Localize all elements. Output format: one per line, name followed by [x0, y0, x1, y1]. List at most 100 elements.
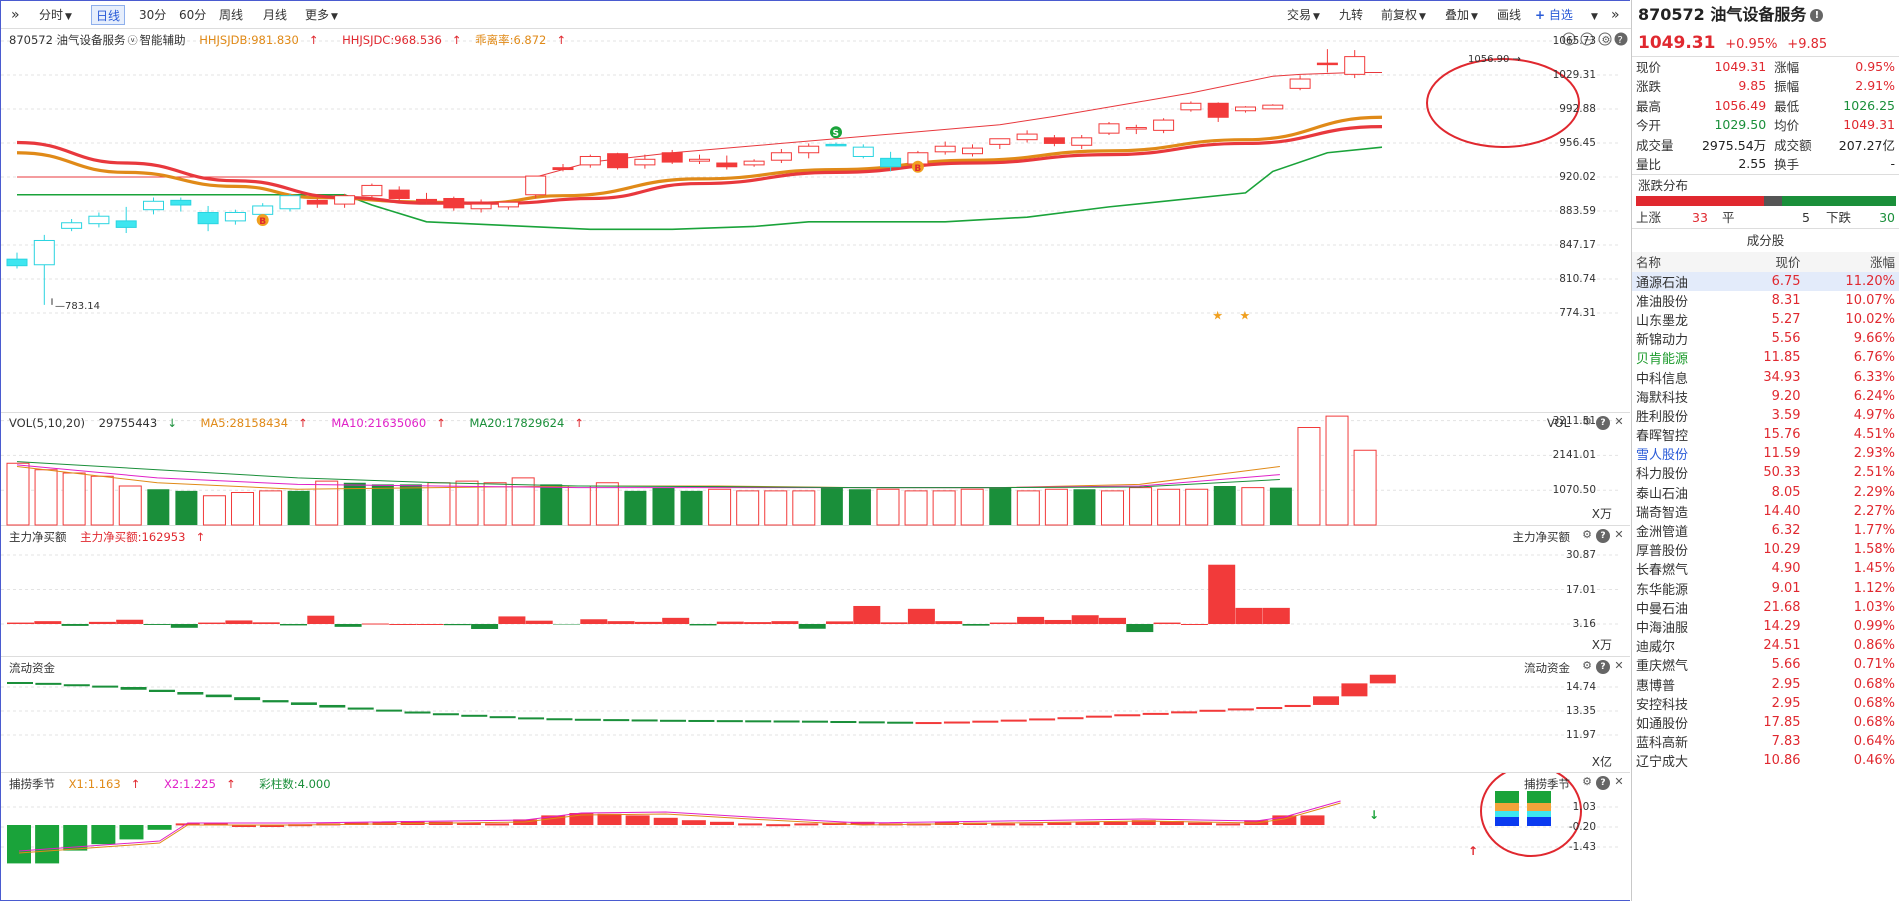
candle-body [1316, 62, 1338, 66]
close-icon[interactable]: ✕ [1612, 659, 1626, 673]
component-row[interactable]: 厚普股份 10.29 1.58% [1632, 540, 1899, 559]
assist-toggle-icon[interactable]: ⓥ [128, 36, 138, 47]
candle-body [1098, 123, 1120, 134]
net-buy-panel[interactable]: 主力净买额 主力净买额:162953 ↑ 主力净买额 ⚙? ✕ 30.87 17.01… [1, 526, 1630, 657]
ind-text: 乖离率:6.872 [475, 33, 547, 47]
tab-30min[interactable]: 30分 [135, 5, 170, 25]
color-column [1495, 811, 1519, 817]
component-row[interactable]: 山东墨龙 5.27 10.02% [1632, 310, 1899, 329]
stock-price: 9.20 [1771, 388, 1801, 404]
tab-daily[interactable]: 日线 [91, 5, 126, 25]
help-icon[interactable]: ? [1596, 776, 1610, 790]
component-row[interactable]: 重庆燃气 5.66 0.71% [1632, 655, 1899, 674]
overlay-button[interactable]: 叠加 ▼ [1441, 5, 1482, 25]
trade-button[interactable]: 交易 ▼ [1283, 5, 1324, 25]
component-row[interactable]: 如通股份 17.85 0.68% [1632, 713, 1899, 732]
component-row[interactable]: 长春燃气 4.90 1.45% [1632, 559, 1899, 578]
component-row[interactable]: 辽宁成大 10.86 0.46% [1632, 751, 1899, 770]
chart-area[interactable]: » 分时 ▼ 日线 30分 60分 周线 月线 更多 ▼ 交易 ▼ 九转 前复权 ▼ 叠… [0, 0, 1631, 901]
component-row[interactable]: 惠博普 2.95 0.68% [1632, 674, 1899, 694]
collapse-icon[interactable]: » [7, 5, 24, 25]
close-icon[interactable]: ✕ [1612, 528, 1626, 542]
component-row[interactable]: 安控科技 2.95 0.68% [1632, 694, 1899, 713]
component-row[interactable]: 中海油服 14.29 0.99% [1632, 617, 1899, 636]
component-row[interactable]: 蓝科高新 7.83 0.64% [1632, 732, 1899, 751]
tab-more[interactable]: 更多 ▼ [301, 5, 342, 25]
tab-fenshi[interactable]: 分时 ▼ [35, 5, 76, 25]
season-panel[interactable]: ↓ ↑ 捕捞季节 X1:1.163 ↑ X2:1.225 ↑ 彩柱数:4.000 捕捞… [1, 773, 1630, 901]
close-icon[interactable]: ✕ [1612, 775, 1626, 789]
col-change[interactable]: 涨幅 [1804, 251, 1899, 272]
tab-60min[interactable]: 60分 [175, 5, 210, 25]
stock-price: 11.59 [1763, 446, 1801, 462]
tab-monthly[interactable]: 月线 [259, 5, 291, 25]
component-row[interactable]: 海默科技 9.20 6.24% [1632, 387, 1899, 406]
gear-icon[interactable]: ⚙ [1580, 659, 1594, 673]
component-row[interactable]: 科力股份 50.33 2.51% [1632, 463, 1899, 482]
help-icon[interactable]: ? [1596, 660, 1610, 674]
net-buy-bar [1180, 624, 1208, 625]
component-row[interactable]: 雪人股份 11.59 2.93% [1632, 444, 1899, 463]
component-row[interactable]: 东华能源 9.01 1.12% [1632, 579, 1899, 598]
ma-text: MA5:28158434 [200, 416, 289, 430]
gear-icon[interactable]: ⚙ [1580, 528, 1594, 542]
component-row[interactable]: 中科信息 34.93 6.33% [1632, 367, 1899, 387]
component-row[interactable]: 迪威尔 24.51 0.86% [1632, 636, 1899, 655]
btn-label: 自选 [1548, 8, 1573, 22]
quote-value: 1049.31 [1843, 117, 1895, 133]
net-buy-bar [634, 621, 662, 624]
assist-label[interactable]: 智能辅助 [140, 33, 186, 47]
component-row[interactable]: 瑞奇智造 14.40 2.27% [1632, 502, 1899, 521]
component-row[interactable]: 胜利股份 3.59 4.97% [1632, 406, 1899, 425]
kline-panel[interactable]: 1056.90 → —783.14 B B S ★ ★ + − ⚙? 870572 油气设备服务 ⓥ… [1, 29, 1630, 413]
season-bar [1300, 815, 1325, 825]
season-bar [653, 817, 678, 825]
flow-bar [574, 718, 601, 721]
component-row[interactable]: 准油股份 8.31 10.07% [1632, 291, 1899, 310]
help-icon[interactable]: ? [1596, 416, 1610, 430]
quote-label: 今开 [1636, 118, 1662, 134]
flow-bar [1341, 683, 1368, 697]
component-row[interactable]: 通源石油 6.75 11.20% [1632, 271, 1899, 291]
component-row[interactable]: 金洲管道 6.32 1.77% [1632, 521, 1899, 540]
watchlist-dropdown-icon[interactable]: ▼ [1585, 5, 1602, 25]
candle-body [1153, 119, 1175, 131]
candle-body [334, 195, 356, 205]
flow-bar [745, 720, 772, 723]
quote-sidebar: 870572 油气设备服务! 1049.31 +0.95% +9.85 现价 10… [1631, 0, 1899, 901]
draw-button[interactable]: 画线 [1493, 5, 1525, 25]
net-buy-bar [361, 623, 389, 625]
help-icon[interactable]: ? [1596, 529, 1610, 543]
quote-label: 成交量 [1636, 137, 1674, 153]
component-row[interactable]: 中曼石油 21.68 1.03% [1632, 598, 1899, 617]
stock-change: 6.76% [1853, 350, 1895, 366]
season-bar [766, 824, 791, 827]
flow-bar [1057, 717, 1084, 720]
flow-bar [972, 720, 999, 723]
quote-label: 现价 [1636, 60, 1662, 75]
expand-icon[interactable]: » [1607, 5, 1624, 25]
watchlist-button[interactable]: + 自选 [1531, 5, 1577, 25]
tab-weekly[interactable]: 周线 [215, 5, 247, 25]
net-text: 主力净买额:162953 [80, 530, 186, 544]
volume-bar [399, 484, 422, 525]
color-column [1495, 803, 1519, 811]
quote-row: 量比 2.55 换手 - [1632, 154, 1899, 174]
stock-price: 14.40 [1763, 503, 1801, 519]
gear-icon[interactable]: ⚙ [1580, 775, 1594, 789]
component-row[interactable]: 春晖智控 15.76 4.51% [1632, 425, 1899, 444]
vol-name: VOL(5,10,20) [9, 416, 85, 430]
info-icon[interactable]: ! [1810, 9, 1824, 22]
volume-panel[interactable]: VOL(5,10,20) 29755443 ↓ MA5:28158434 ↑ MA1… [1, 413, 1630, 526]
volume-bar [287, 490, 310, 525]
col-name[interactable]: 名称 [1632, 251, 1731, 272]
flow-panel[interactable]: 流动资金 流动资金 ⚙? ✕ 14.74 13.35 11.97 X亿 [1, 657, 1630, 773]
close-icon[interactable]: ✕ [1612, 415, 1626, 429]
component-row[interactable]: 贝肯能源 11.85 6.76% [1632, 348, 1899, 367]
fuquan-button[interactable]: 前复权 ▼ [1377, 5, 1430, 25]
jiuzhuan-button[interactable]: 九转 [1335, 5, 1367, 25]
component-row[interactable]: 泰山石油 8.05 2.29% [1632, 483, 1899, 502]
panel-icon-glyph: ⚙ [1602, 35, 1611, 46]
col-price[interactable]: 现价 [1730, 251, 1805, 272]
component-row[interactable]: 新锦动力 5.56 9.66% [1632, 329, 1899, 348]
